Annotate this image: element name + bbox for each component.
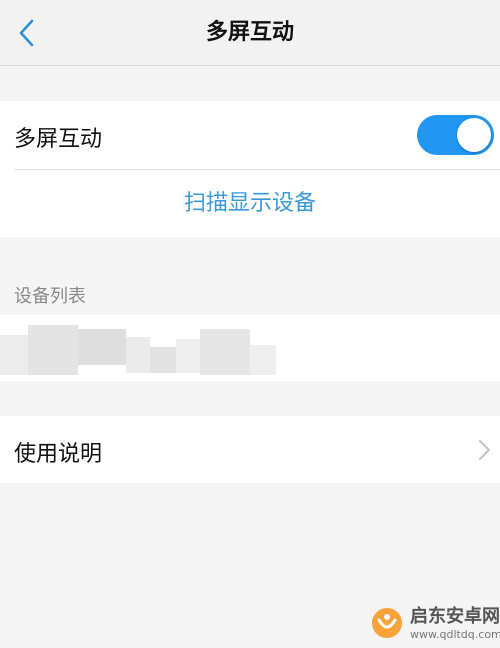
- watermark-url: www.qdltdq.com: [410, 628, 500, 641]
- chevron-right-icon: [479, 440, 490, 460]
- multiscreen-label: 多屏互动: [14, 127, 103, 152]
- toggle-knob: [457, 118, 491, 152]
- blur-block: [150, 347, 176, 373]
- help-card: 使用说明: [0, 416, 500, 483]
- scan-devices-button[interactable]: 扫描显示设备: [0, 170, 500, 237]
- device-item-blurred[interactable]: [0, 315, 500, 381]
- multiscreen-toggle[interactable]: [417, 115, 494, 155]
- watermark-text: 启东安卓网: [410, 606, 500, 627]
- blur-block: [200, 329, 250, 375]
- blur-block: [176, 339, 200, 373]
- blur-block: [250, 345, 276, 375]
- settings-card: 多屏互动 扫描显示设备: [0, 101, 500, 237]
- blur-block: [28, 325, 78, 375]
- help-row[interactable]: 使用说明: [0, 416, 500, 483]
- device-list: [0, 315, 500, 381]
- blur-block: [78, 329, 126, 365]
- multiscreen-row: 多屏互动: [0, 101, 500, 169]
- nav-bar: 多屏互动: [0, 0, 500, 66]
- page-title: 多屏互动: [205, 20, 294, 45]
- watermark: 启东安卓网 www.qdltdq.com: [370, 606, 500, 646]
- site-logo-icon: [372, 608, 402, 638]
- help-label: 使用说明: [14, 442, 103, 467]
- blur-block: [126, 337, 150, 373]
- blur-block: [0, 335, 28, 375]
- device-list-header: 设备列表: [14, 286, 86, 307]
